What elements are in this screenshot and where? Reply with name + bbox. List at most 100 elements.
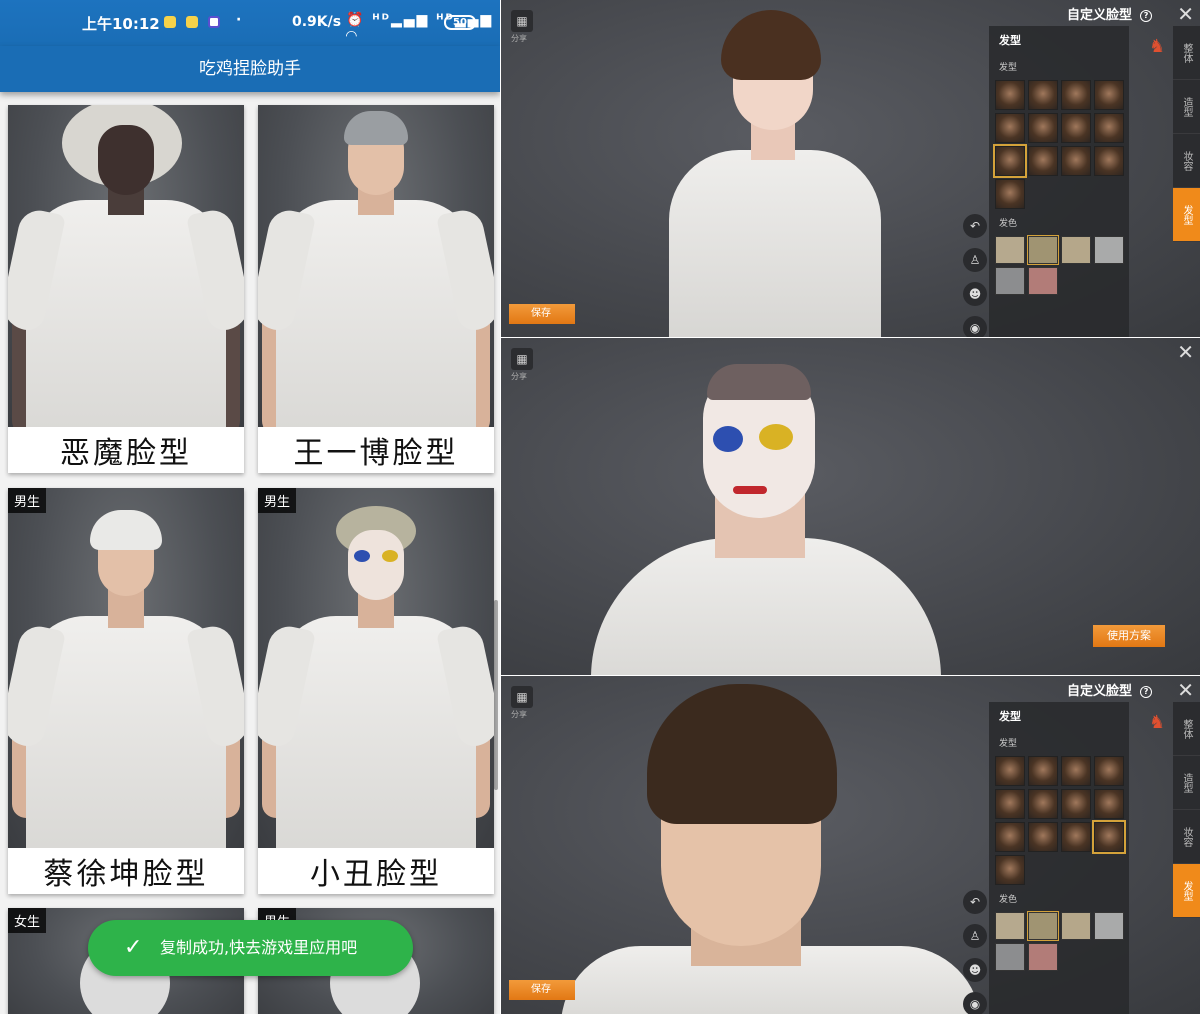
hairstyle-option[interactable] [995,179,1025,209]
tab-style[interactable]: 造型 [1173,80,1200,134]
hairstyle-option[interactable] [1028,822,1058,852]
hair-label: 发型 [999,739,1018,749]
save-button[interactable]: 保存 [509,304,575,324]
hair-color-swatch[interactable] [1028,943,1058,971]
hairstyle-grid [995,756,1126,885]
hairstyle-option[interactable] [1028,80,1058,110]
character-body [669,150,881,337]
face-card[interactable]: 男生 小丑脸型 [258,488,494,894]
scrollbar[interactable] [494,600,498,790]
use-scheme-button[interactable]: 使用方案 [1093,625,1165,647]
hairstyle-option[interactable] [1094,789,1124,819]
tool-column: ↶ ♙ ☻ ◉ [963,890,987,1014]
clown-lips [733,486,767,494]
network-speed: 0.9K/s [292,14,342,30]
hairstyle-option[interactable] [995,789,1025,819]
face-card-caption: 蔡徐坤脸型 [43,857,209,892]
hairstyle-option[interactable] [1061,756,1091,786]
screenshot-composite: 上午10:12 · 0.9K/s ⏰ ᴴᴰ▂▄▆ ᴴᴰ▂▄▆ ◠ 50 吃鸡捏脸… [0,0,1200,1014]
section-title: 发型 [999,34,1021,47]
tab-hair[interactable]: 发型 [1173,188,1200,242]
hair-color-swatch[interactable] [1027,911,1059,941]
hair-category-icon: ♞ [1149,36,1166,57]
hair-color-swatch[interactable] [1061,912,1091,940]
hairstyle-option[interactable] [1028,146,1058,176]
character-hair [344,111,408,145]
hairstyle-option[interactable] [1061,789,1091,819]
help-icon[interactable]: ? [1140,10,1153,22]
hairstyle-option[interactable] [1094,756,1124,786]
face-card[interactable]: 男生 蔡徐坤脸型 [8,488,244,894]
body-icon[interactable]: ♙ [963,248,987,272]
notification-icon [208,16,220,28]
hairstyle-options: 发型 发型 发色 [989,702,1129,1014]
face-card[interactable]: 王一博脸型 [258,105,494,473]
hairstyle-option[interactable] [1061,80,1091,110]
share-caption: 分享 [511,710,527,719]
game-editor-panel-3: ▦ 分享 保存 自定义脸型? ✕ 发型 发型 发色 ♞ 整体 造型 妆容 发型 … [501,676,1200,1014]
grid-menu-icon[interactable]: ▦ [511,686,533,708]
hair-color-swatch[interactable] [995,912,1025,940]
hair-category-icon: ♞ [1149,712,1166,733]
tab-style[interactable]: 造型 [1173,756,1200,810]
head-icon[interactable]: ☻ [963,958,987,982]
hair-color-swatch[interactable] [1094,912,1124,940]
grid-menu-icon[interactable]: ▦ [511,10,533,32]
hairstyle-option[interactable] [1094,113,1124,143]
phone-app: 上午10:12 · 0.9K/s ⏰ ᴴᴰ▂▄▆ ᴴᴰ▂▄▆ ◠ 50 吃鸡捏脸… [0,0,500,1014]
grid-menu-icon[interactable]: ▦ [511,348,533,370]
header-title: 自定义脸型 [1067,684,1133,699]
hairstyle-option[interactable] [1094,80,1124,110]
color-label: 发色 [999,895,1018,905]
undo-icon[interactable]: ↶ [963,214,987,238]
body-icon[interactable]: ♙ [963,924,987,948]
hairstyle-option[interactable] [995,822,1025,852]
hairstyle-option[interactable] [1028,113,1058,143]
character-head [348,530,404,600]
hair-color-swatch[interactable] [995,236,1025,264]
help-icon[interactable]: ? [1140,686,1153,698]
gender-tag: 男生 [8,488,47,513]
hairstyle-option[interactable] [995,855,1025,885]
tab-hair[interactable]: 发型 [1173,864,1200,918]
close-icon[interactable]: ✕ [1177,2,1194,26]
hairstyle-option[interactable] [1028,756,1058,786]
tab-makeup[interactable]: 妆容 [1173,134,1200,188]
hair-color-swatch[interactable] [995,267,1025,295]
hairstyle-option[interactable] [995,80,1025,110]
hairstyle-options: 发型 发型 发色 [989,26,1129,337]
undo-icon[interactable]: ↶ [963,890,987,914]
save-button[interactable]: 保存 [509,980,575,1000]
clown-makeup-left [713,426,743,452]
hairstyle-option-selected[interactable] [1092,820,1126,854]
close-icon[interactable]: ✕ [1177,340,1194,364]
color-label: 发色 [999,219,1018,229]
hairstyle-option[interactable] [1061,146,1091,176]
hair-color-swatch[interactable] [995,943,1025,971]
face-card[interactable]: 恶魔脸型 [8,105,244,473]
character-shirt [276,200,476,427]
camera-icon[interactable]: ◉ [963,316,987,337]
hair-color-swatch[interactable] [1061,236,1091,264]
hairstyle-option-selected[interactable] [993,144,1027,178]
camera-icon[interactable]: ◉ [963,992,987,1014]
hair-color-swatch[interactable] [1028,267,1058,295]
tab-overall[interactable]: 整体 [1173,26,1200,80]
head-icon[interactable]: ☻ [963,282,987,306]
character-hair [90,510,162,550]
hairstyle-option[interactable] [1094,146,1124,176]
hairstyle-grid [993,80,1124,209]
hairstyle-option[interactable] [1061,822,1091,852]
side-tabs: 整体 造型 妆容 发型 [1173,702,1200,918]
close-icon[interactable]: ✕ [1177,678,1194,702]
hairstyle-option[interactable] [995,113,1025,143]
tab-makeup[interactable]: 妆容 [1173,810,1200,864]
hair-color-swatch[interactable] [1027,235,1059,265]
hairstyle-option[interactable] [995,756,1025,786]
tab-overall[interactable]: 整体 [1173,702,1200,756]
hairstyle-option[interactable] [1028,789,1058,819]
customize-face-header: 自定义脸型? [1067,4,1153,23]
hairstyle-option[interactable] [1061,113,1091,143]
status-time: 上午10:12 [82,15,160,33]
hair-color-swatch[interactable] [1094,236,1124,264]
